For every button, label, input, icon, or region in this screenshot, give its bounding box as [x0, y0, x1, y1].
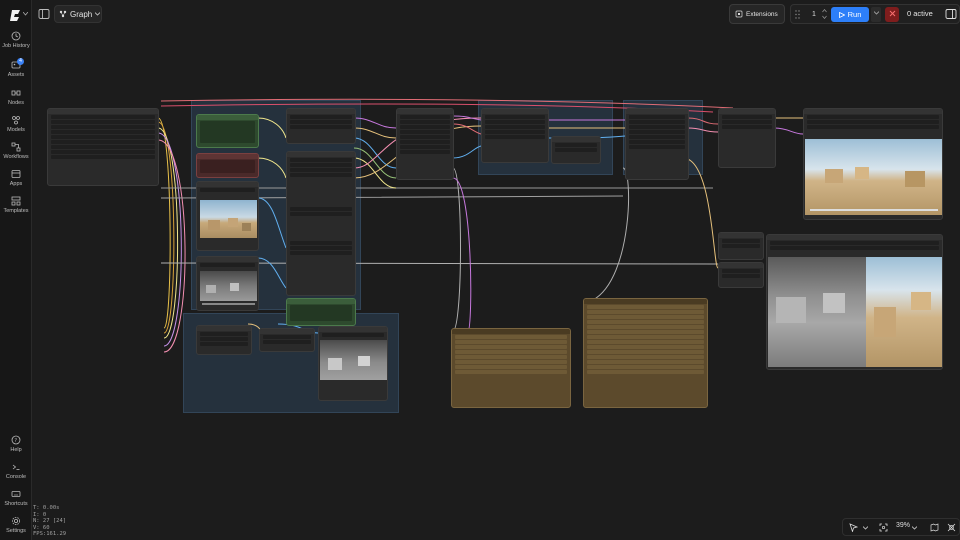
- depth-preview-image: [320, 340, 387, 380]
- sidebar-item-job-history[interactable]: Job History: [0, 31, 32, 49]
- minimap-icon[interactable]: [930, 523, 939, 532]
- models-icon: [12, 116, 20, 125]
- run-toolbar: 1 Run 0 active: [790, 4, 960, 24]
- extensions-button[interactable]: Extensions: [729, 4, 785, 24]
- sidebar-item-settings[interactable]: Settings: [0, 516, 32, 534]
- panel-toggle-icon[interactable]: [38, 8, 50, 20]
- sidebar-item-label: Models: [7, 127, 25, 133]
- negative-prompt-node[interactable]: [196, 153, 259, 178]
- active-jobs-label[interactable]: 0 active: [907, 9, 933, 18]
- sidebar-item-assets[interactable]: 4 Assets: [0, 58, 32, 78]
- chevron-down-icon: [873, 11, 879, 15]
- stepper-icon[interactable]: [822, 8, 827, 20]
- keyboard-icon: [11, 491, 21, 497]
- compare-left-image: [768, 257, 866, 367]
- graph-tab[interactable]: Graph: [54, 5, 102, 23]
- graph-tab-label: Graph: [70, 9, 93, 19]
- conditioning-node[interactable]: [396, 108, 454, 180]
- image-resize-node[interactable]: [196, 325, 252, 355]
- markdown-note-node[interactable]: [583, 298, 708, 408]
- zoom-level[interactable]: 39%: [896, 522, 910, 529]
- sidebar-item-apps[interactable]: Apps: [0, 169, 32, 187]
- chevron-down-icon[interactable]: [912, 526, 917, 530]
- run-options-button[interactable]: [871, 7, 881, 22]
- sidebar-item-console[interactable]: Console: [0, 462, 32, 480]
- output-video-preview[interactable]: [805, 139, 942, 215]
- sidebar-item-label: Console: [5, 474, 27, 480]
- help-icon: ?: [11, 435, 21, 445]
- puzzle-icon: [735, 10, 743, 18]
- console-icon: [12, 464, 20, 470]
- sidebar-item-help[interactable]: ? Help: [0, 435, 32, 453]
- apps-icon: [11, 170, 21, 178]
- workflows-icon: [11, 142, 21, 152]
- text-prompt-node[interactable]: [286, 298, 356, 326]
- load-video-node[interactable]: [196, 256, 259, 311]
- sidebar-item-label: Apps: [9, 181, 23, 187]
- queue-count-input[interactable]: 1: [807, 8, 821, 21]
- sidebar-item-label: Assets: [7, 72, 25, 78]
- chevron-down-icon[interactable]: [863, 526, 868, 530]
- sidebar-item-models[interactable]: Models: [0, 115, 32, 133]
- sidebar-item-templates[interactable]: Templates: [0, 196, 32, 214]
- cancel-run-button[interactable]: [885, 7, 899, 22]
- play-icon: [838, 11, 845, 18]
- link-visibility-icon[interactable]: [947, 523, 956, 532]
- video-settings-node[interactable]: [286, 151, 356, 296]
- right-panel-toggle-icon[interactable]: [945, 8, 957, 20]
- run-button[interactable]: Run: [831, 7, 869, 22]
- image-input-node[interactable]: [718, 262, 764, 288]
- drag-handle-icon[interactable]: [795, 10, 800, 19]
- image-compare-node[interactable]: [766, 234, 943, 370]
- chevron-down-icon: [95, 12, 101, 16]
- stat-nodes: N: 27 [24]: [33, 518, 67, 524]
- sidebar-item-label: Workflows: [3, 154, 29, 160]
- vae-decode-node[interactable]: [718, 108, 776, 168]
- render-stats: T: 0.00s I: 0 N: 27 [24] V: 60 FPS:161.2…: [33, 505, 66, 538]
- sidebar-item-label: Settings: [6, 528, 26, 534]
- sidebar-item-label: Job History: [2, 43, 30, 49]
- extensions-label: Extensions: [746, 10, 778, 18]
- sidebar: Job History 4 Assets Nodes Models Workfl…: [0, 0, 32, 540]
- svg-text:?: ?: [14, 438, 17, 444]
- sidebar-item-label: Nodes: [8, 100, 24, 106]
- note-node[interactable]: [451, 328, 571, 408]
- graph-canvas[interactable]: [33, 28, 960, 506]
- compare-right-image: [866, 257, 942, 367]
- templates-icon: [11, 196, 21, 206]
- preprocessor-node[interactable]: [259, 328, 315, 352]
- input-image-preview: [200, 200, 257, 238]
- gear-icon: [12, 517, 20, 525]
- select-tool-icon[interactable]: [849, 523, 858, 532]
- preview-image-node[interactable]: [318, 326, 388, 401]
- sidebar-item-label: Templates: [3, 208, 29, 214]
- chevron-down-icon[interactable]: [23, 12, 28, 16]
- sidebar-item-label: Help: [10, 447, 22, 453]
- video-output-node[interactable]: [803, 108, 943, 220]
- run-label: Run: [847, 10, 862, 19]
- history-icon: [11, 31, 21, 41]
- sidebar-item-workflows[interactable]: Workflows: [0, 142, 32, 160]
- sidebar-item-label: Shortcuts: [4, 501, 28, 507]
- input-video-preview[interactable]: [200, 271, 257, 301]
- sidebar-item-nodes[interactable]: Nodes: [0, 88, 32, 106]
- stat-fps: FPS:161.29: [33, 531, 67, 537]
- config-node[interactable]: [286, 108, 356, 144]
- close-icon: [889, 10, 895, 17]
- advanced-sampler-node[interactable]: [625, 108, 689, 180]
- image-input-node[interactable]: [718, 232, 764, 260]
- positive-prompt-node[interactable]: [196, 114, 259, 148]
- load-image-node[interactable]: [196, 181, 259, 251]
- canvas-controls: 39%: [842, 518, 960, 536]
- graph-icon: [59, 10, 67, 18]
- model-loader-node[interactable]: [47, 108, 159, 186]
- fit-view-icon[interactable]: [879, 523, 888, 532]
- nodes-icon: [11, 90, 21, 96]
- sampler-node[interactable]: [481, 108, 549, 163]
- scheduler-node[interactable]: [551, 136, 601, 164]
- sidebar-item-shortcuts[interactable]: Shortcuts: [0, 489, 32, 507]
- assets-badge: 4: [17, 58, 24, 65]
